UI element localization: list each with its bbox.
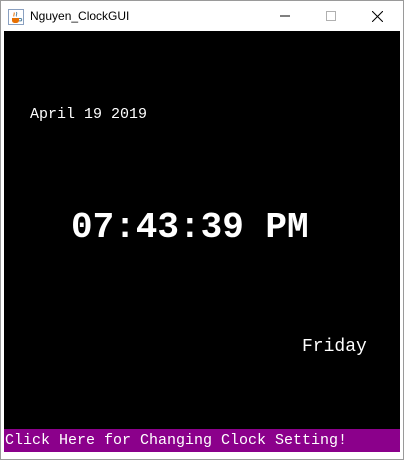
time-label: 07:43:39 PM (71, 207, 309, 248)
maximize-icon (326, 11, 336, 21)
close-icon (371, 10, 383, 22)
close-button[interactable] (354, 1, 400, 31)
java-cup-icon (8, 9, 24, 25)
title-bar[interactable]: Nguyen_ClockGUI (1, 1, 403, 31)
maximize-button[interactable] (308, 1, 354, 31)
date-label: April 19 2019 (30, 106, 148, 123)
app-window: Nguyen_ClockGUI April 19 2019 07:43:39 P… (0, 0, 404, 460)
clock-settings-button[interactable]: Click Here for Changing Clock Setting! (4, 429, 400, 452)
clock-panel: April 19 2019 07:43:39 PM Friday (4, 31, 400, 429)
window-bottom-edge (1, 452, 403, 459)
minimize-button[interactable] (262, 1, 308, 31)
window-title: Nguyen_ClockGUI (30, 9, 130, 23)
minimize-icon (280, 11, 290, 21)
day-label: Friday (302, 337, 367, 357)
